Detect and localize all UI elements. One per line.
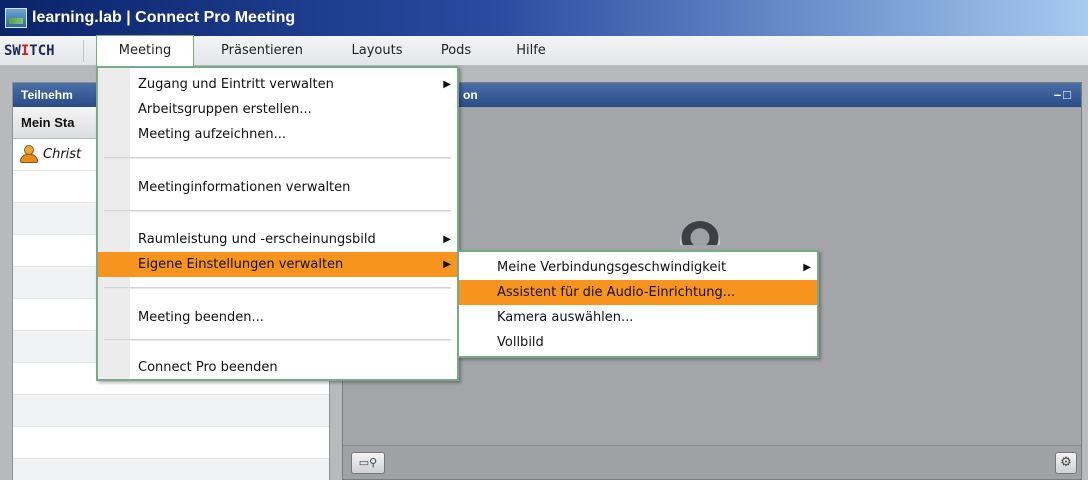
menu-item-eigene-einstellungen[interactable]: Eigene Einstellungen verwalten ▶ [98, 252, 457, 277]
menu-item-label: Raumleistung und -erscheinungsbild [138, 232, 376, 247]
menu-item-raumleistung[interactable]: Raumleistung und -erscheinungsbild ▶ [98, 227, 457, 252]
menu-item-label: Meine Verbindungsgeschwindigkeit [497, 260, 727, 275]
menu-hilfe[interactable]: Hilfe [506, 36, 556, 66]
submenu-item-audio-assistent[interactable]: Assistent für die Audio-Einrichtung... [459, 280, 817, 305]
menu-separator [83, 40, 84, 62]
participant-entry[interactable]: Christ [19, 145, 81, 163]
window-title: learning.lab | Connect Pro Meeting [32, 9, 296, 26]
menu-pods[interactable]: Pods [432, 36, 480, 66]
menu-item-label: Eigene Einstellungen verwalten [138, 257, 344, 272]
user-presenter-icon [19, 145, 39, 163]
webcam-icon [680, 221, 720, 245]
window-titlebar: learning.lab | Connect Pro Meeting [0, 0, 1088, 36]
switch-logo-part: SW [4, 43, 21, 59]
menu-item-aufzeichnen[interactable]: Meeting aufzeichnen... [98, 122, 457, 147]
switch-logo-accent: I [20, 43, 30, 59]
menu-divider [104, 287, 451, 289]
list-row [13, 395, 329, 427]
pod-window-controls[interactable]: –□ [1054, 83, 1073, 107]
menu-item-meeting-beenden[interactable]: Meeting beenden... [98, 305, 457, 330]
menu-item-connect-beenden[interactable]: Connect Pro beenden [98, 355, 457, 380]
list-row [13, 427, 329, 459]
gear-icon[interactable]: ⚙ [1055, 452, 1077, 474]
submenu-arrow-icon: ▶ [803, 262, 811, 273]
menu-divider [104, 157, 451, 159]
submenu-item-kamera[interactable]: Kamera auswählen... [459, 305, 817, 330]
switch-logo: SW I TCH [4, 36, 82, 66]
menu-item-meetinginformationen[interactable]: Meetinginformationen verwalten [98, 175, 457, 200]
menu-divider [104, 339, 451, 341]
submenu-arrow-icon: ▶ [443, 259, 451, 270]
submenu-arrow-icon: ▶ [443, 79, 451, 90]
menu-praesentieren[interactable]: Präsentieren [200, 36, 324, 66]
menu-meeting[interactable]: Meeting [96, 35, 194, 67]
connect-pro-app-icon [5, 8, 27, 28]
menu-bar: SW I TCH Meeting Präsentieren Layouts Pods… [0, 35, 1088, 67]
camera-pod-title-text: on [463, 88, 478, 102]
participant-name: Christ [43, 146, 82, 162]
meeting-menu: Zugang und Eintritt verwalten ▶ Arbeitsg… [96, 66, 459, 381]
menu-divider [104, 210, 451, 212]
menu-layouts[interactable]: Layouts [334, 36, 420, 66]
switch-logo-part: TCH [29, 43, 55, 59]
submenu-item-vollbild[interactable]: Vollbild [459, 330, 817, 355]
settings-submenu: Meine Verbindungsgeschwindigkeit ▶ Assis… [457, 250, 819, 358]
menu-item-zugang[interactable]: Zugang und Eintritt verwalten ▶ [98, 72, 457, 97]
camera-microphone-icon[interactable]: ▭⚲ [351, 452, 385, 474]
list-row [13, 459, 329, 480]
camera-pod-toolbar: ▭⚲ ⚙ [343, 445, 1081, 479]
submenu-item-verbindungsgeschwindigkeit[interactable]: Meine Verbindungsgeschwindigkeit ▶ [459, 255, 817, 280]
submenu-arrow-icon: ▶ [443, 234, 451, 245]
menu-item-label: Zugang und Eintritt verwalten [138, 77, 334, 92]
menu-item-arbeitsgruppen[interactable]: Arbeitsgruppen erstellen... [98, 97, 457, 122]
